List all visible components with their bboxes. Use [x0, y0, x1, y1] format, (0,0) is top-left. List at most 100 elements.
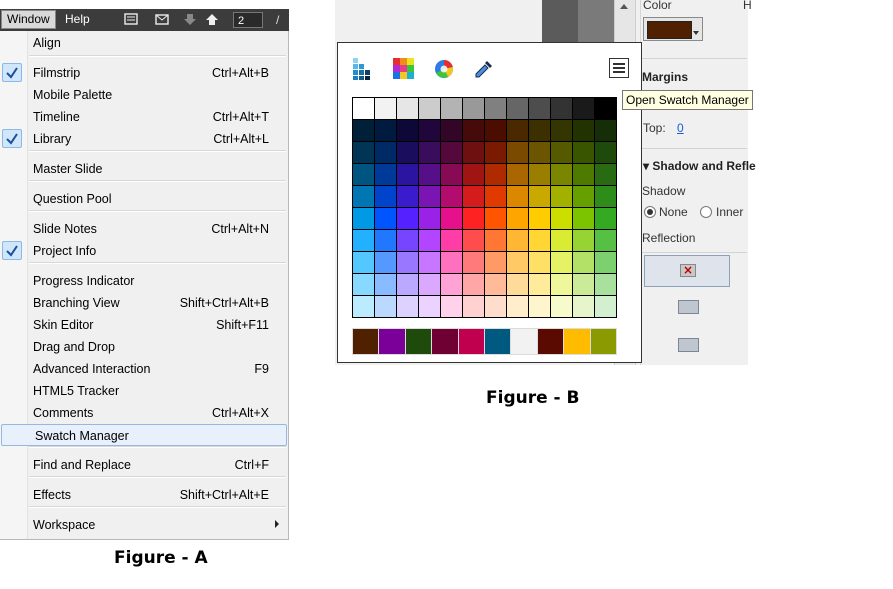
color-swatch-cell[interactable]	[573, 98, 594, 119]
color-swatch-cell[interactable]	[551, 252, 572, 273]
menu-item-mobile-palette[interactable]: Mobile Palette	[0, 84, 288, 106]
color-swatch-cell[interactable]	[419, 186, 440, 207]
color-swatch-cell[interactable]	[397, 252, 418, 273]
color-swatch-cell[interactable]	[441, 296, 462, 317]
color-swatch-cell[interactable]	[441, 208, 462, 229]
color-swatch-cell[interactable]	[441, 142, 462, 163]
color-swatch-cell[interactable]	[595, 296, 616, 317]
color-swatch-cell[interactable]	[353, 120, 374, 141]
menu-item-advanced-interaction[interactable]: Advanced Interaction F9	[0, 358, 288, 380]
color-swatch-cell[interactable]	[441, 230, 462, 251]
color-swatch-cell[interactable]	[551, 208, 572, 229]
menu-item-slide-notes[interactable]: Slide Notes Ctrl+Alt+N	[0, 218, 288, 240]
color-swatch-cell[interactable]	[419, 120, 440, 141]
color-swatch-cell[interactable]	[507, 208, 528, 229]
menu-item-timeline[interactable]: Timeline Ctrl+Alt+T	[0, 106, 288, 128]
color-swatch-cell[interactable]	[397, 208, 418, 229]
color-swatch-cell[interactable]	[529, 98, 550, 119]
color-swatch-cell[interactable]	[353, 252, 374, 273]
color-swatch-cell[interactable]	[397, 186, 418, 207]
color-swatch-cell[interactable]	[507, 296, 528, 317]
color-swatch-cell[interactable]	[507, 274, 528, 295]
color-swatch-cell[interactable]	[485, 252, 506, 273]
color-swatch-cell[interactable]	[595, 274, 616, 295]
window-menu[interactable]: Window	[1, 10, 56, 29]
color-swatch-cell[interactable]	[463, 274, 484, 295]
reflection-none-option[interactable]: ×	[644, 255, 730, 287]
color-swatch-cell[interactable]	[353, 274, 374, 295]
color-swatch-cell[interactable]	[419, 296, 440, 317]
mail-icon[interactable]	[155, 13, 169, 26]
page-number-field[interactable]: 2	[233, 12, 263, 28]
menu-item-drag-and-drop[interactable]: Drag and Drop	[0, 336, 288, 358]
color-swatch-cell[interactable]	[573, 164, 594, 185]
recent-swatch[interactable]	[564, 329, 590, 354]
color-swatch-cell[interactable]	[507, 98, 528, 119]
color-swatch-cell[interactable]	[375, 98, 396, 119]
color-swatch-cell[interactable]	[463, 208, 484, 229]
color-swatch-cell[interactable]	[551, 164, 572, 185]
color-swatch-cell[interactable]	[529, 208, 550, 229]
eyedropper-icon[interactable]	[473, 58, 495, 80]
color-swatch-cell[interactable]	[397, 142, 418, 163]
menu-item-align[interactable]: Align	[0, 32, 288, 54]
recent-swatch[interactable]	[458, 329, 485, 354]
menu-item-project-info[interactable]: Project Info	[0, 240, 288, 262]
color-swatch-cell[interactable]	[485, 98, 506, 119]
color-swatch-cell[interactable]	[529, 230, 550, 251]
reflection-option-2[interactable]	[678, 338, 699, 352]
color-swatch-cell[interactable]	[551, 296, 572, 317]
color-swatch-cell[interactable]	[529, 120, 550, 141]
color-swatch-cell[interactable]	[463, 120, 484, 141]
scroll-up-icon[interactable]	[620, 4, 628, 9]
color-swatch-cell[interactable]	[375, 230, 396, 251]
top-margin-value[interactable]: 0	[677, 121, 684, 135]
arrow-up-icon[interactable]	[205, 13, 219, 26]
color-swatch-cell[interactable]	[441, 186, 462, 207]
shadow-inner-radio[interactable]	[700, 206, 712, 218]
color-swatch-cell[interactable]	[595, 208, 616, 229]
menu-item-filmstrip[interactable]: Filmstrip Ctrl+Alt+B	[0, 62, 288, 84]
color-swatch-cell[interactable]	[463, 164, 484, 185]
help-menu[interactable]: Help	[60, 11, 95, 28]
color-swatch-cell[interactable]	[419, 230, 440, 251]
color-swatch-cell[interactable]	[353, 164, 374, 185]
color-swatch-cell[interactable]	[397, 296, 418, 317]
color-swatch-cell[interactable]	[353, 98, 374, 119]
color-swatch-cell[interactable]	[507, 230, 528, 251]
recent-swatch[interactable]	[511, 329, 537, 354]
color-swatch-cell[interactable]	[463, 98, 484, 119]
shadow-none-radio[interactable]	[644, 206, 656, 218]
color-swatch-cell[interactable]	[573, 230, 594, 251]
color-swatch-cell[interactable]	[375, 274, 396, 295]
menu-item-comments[interactable]: Comments Ctrl+Alt+X	[0, 402, 288, 424]
color-swatch-cell[interactable]	[551, 98, 572, 119]
color-swatch-cell[interactable]	[551, 274, 572, 295]
color-swatch-cell[interactable]	[419, 252, 440, 273]
color-swatch-cell[interactable]	[463, 252, 484, 273]
color-swatch-cell[interactable]	[419, 274, 440, 295]
color-swatch-cell[interactable]	[397, 230, 418, 251]
color-swatch-cell[interactable]	[485, 274, 506, 295]
menu-item-skin-editor[interactable]: Skin Editor Shift+F11	[0, 314, 288, 336]
color-swatch-cell[interactable]	[507, 120, 528, 141]
color-swatch-cell[interactable]	[529, 274, 550, 295]
color-swatch-cell[interactable]	[419, 98, 440, 119]
color-swatch-cell[interactable]	[375, 186, 396, 207]
color-swatch-cell[interactable]	[397, 120, 418, 141]
recent-swatch[interactable]	[590, 329, 617, 354]
menu-item-html5-tracker[interactable]: HTML5 Tracker	[0, 380, 288, 402]
color-swatch-cell[interactable]	[441, 164, 462, 185]
color-swatch-cell[interactable]	[485, 296, 506, 317]
menu-item-effects[interactable]: Effects Shift+Ctrl+Alt+E	[0, 484, 288, 506]
color-swatch-cell[interactable]	[353, 208, 374, 229]
color-swatch-cell[interactable]	[485, 186, 506, 207]
color-swatch-cell[interactable]	[573, 186, 594, 207]
color-swatch-cell[interactable]	[595, 142, 616, 163]
color-swatch-cell[interactable]	[507, 142, 528, 163]
color-swatch-cell[interactable]	[441, 98, 462, 119]
recent-swatch[interactable]	[379, 329, 405, 354]
color-swatch-cell[interactable]	[529, 142, 550, 163]
menu-item-master-slide[interactable]: Master Slide	[0, 158, 288, 180]
color-swatch-cell[interactable]	[375, 120, 396, 141]
